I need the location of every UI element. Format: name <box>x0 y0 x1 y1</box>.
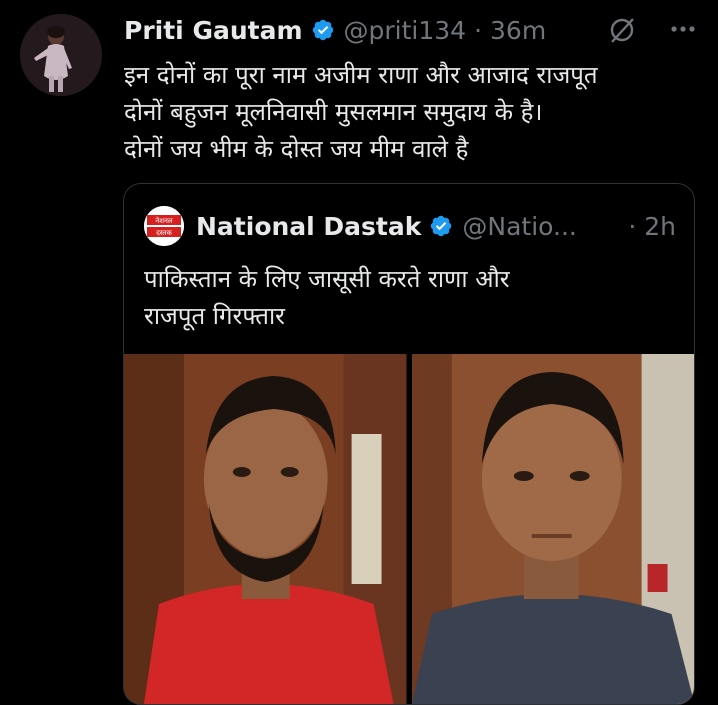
author-handle[interactable]: @priti134 <box>344 16 467 45</box>
media-photo-right[interactable] <box>411 354 694 704</box>
quoted-tweet-timestamp[interactable]: · 2h <box>628 212 676 241</box>
more-options-icon[interactable] <box>670 24 696 34</box>
quoted-time: 2h <box>644 211 676 241</box>
grok-icon[interactable] <box>608 16 636 44</box>
author-avatar[interactable] <box>20 14 102 96</box>
media-photo-left[interactable] <box>124 354 407 704</box>
logo-text-bottom: दस्तक <box>156 229 172 237</box>
tweet-text: इन दोनों का पूरा नाम अजीम राणा और आजाद र… <box>124 61 598 163</box>
quoted-author-name[interactable]: National Dastak <box>196 212 421 241</box>
author-name[interactable]: Priti Gautam <box>124 16 303 45</box>
logo-text-top: नेशनल <box>155 216 173 225</box>
quoted-tweet-text: पाकिस्तान के लिए जासूसी करते राणा और राज… <box>144 265 510 330</box>
tweet-timestamp[interactable]: 36m <box>490 16 546 45</box>
quoted-author-handle[interactable]: @Natio... <box>462 212 576 241</box>
verified-badge-icon <box>312 19 333 41</box>
verified-badge-icon <box>431 215 452 237</box>
quoted-tweet[interactable]: नेशनल दस्तक National Dastak @Natio... · … <box>123 183 695 705</box>
header-separator: · <box>474 15 483 45</box>
quoted-media <box>124 354 694 704</box>
quoted-separator: · <box>628 211 637 241</box>
quoted-tweet-header: नेशनल दस्तक National Dastak @Natio... · … <box>144 206 676 246</box>
national-dastak-logo: नेशनल दस्तक <box>144 206 184 246</box>
quoted-author-avatar[interactable]: नेशनल दस्तक <box>144 206 184 246</box>
